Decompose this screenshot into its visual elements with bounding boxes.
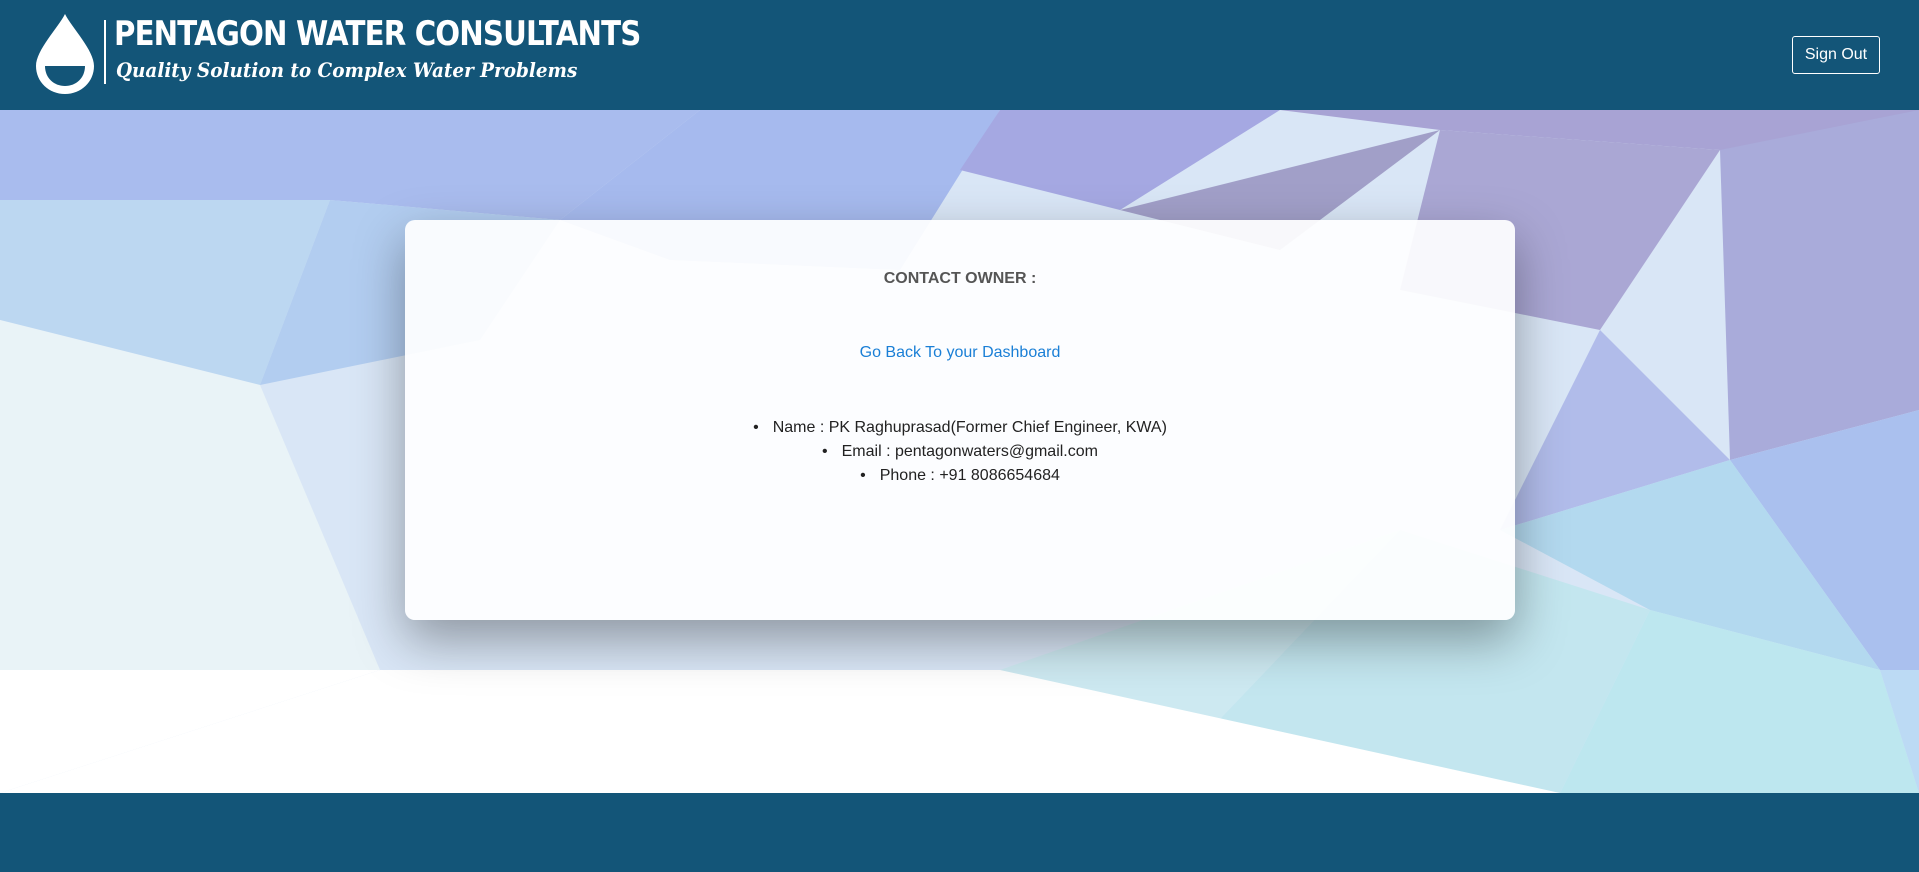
- brand: PENTAGON WATER CONSULTANTS Quality Solut…: [114, 12, 726, 84]
- site-header: PENTAGON WATER CONSULTANTS Quality Solut…: [0, 0, 1919, 110]
- site-footer: [0, 793, 1919, 872]
- contact-card: CONTACT OWNER : Go Back To your Dashboar…: [405, 220, 1515, 620]
- brand-tagline: Quality Solution to Complex Water Proble…: [116, 58, 578, 82]
- brand-title: PENTAGON WATER CONSULTANTS: [114, 14, 641, 54]
- sign-out-button[interactable]: Sign Out: [1792, 36, 1880, 74]
- contact-email: Email : pentagonwaters@gmail.com: [405, 440, 1515, 464]
- contact-list: Name : PK Raghuprasad(Former Chief Engin…: [405, 416, 1515, 488]
- contact-phone: Phone : +91 8086654684: [405, 464, 1515, 488]
- logo-divider: [104, 20, 106, 84]
- contact-name: Name : PK Raghuprasad(Former Chief Engin…: [405, 416, 1515, 440]
- logo[interactable]: PENTAGON WATER CONSULTANTS Quality Solut…: [34, 12, 726, 96]
- contact-owner-title: CONTACT OWNER :: [883, 270, 1037, 287]
- dashboard-link[interactable]: Go Back To your Dashboard: [405, 344, 1515, 362]
- water-drop-icon: [36, 14, 94, 94]
